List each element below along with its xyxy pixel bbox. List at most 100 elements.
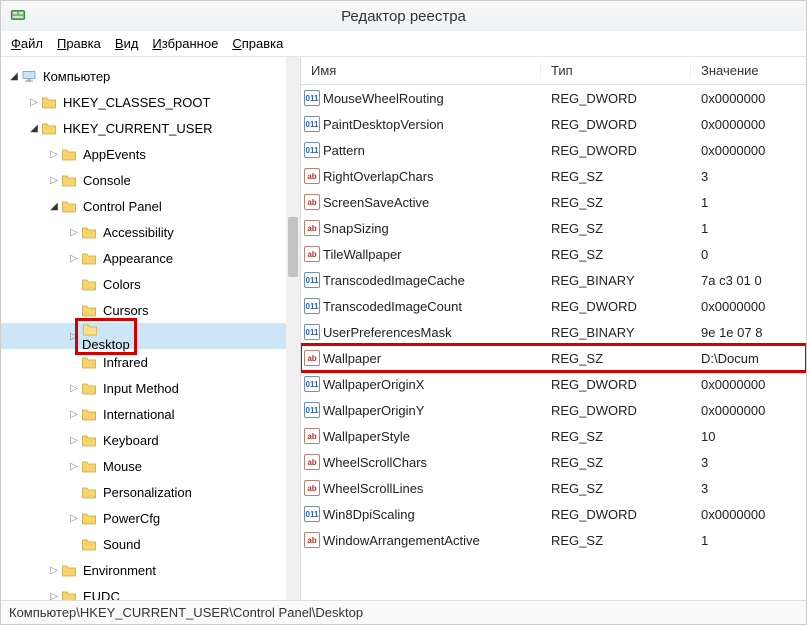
value-row-windowarrangementactive[interactable]: abWindowArrangementActiveREG_SZ1 [301,527,806,553]
reg-string-icon: ab [304,532,320,548]
tree-item-control-panel[interactable]: ◢ Control Panel [1,193,286,219]
value-row-snapsizing[interactable]: abSnapSizingREG_SZ1 [301,215,806,241]
menu-справка[interactable]: Справка [232,36,283,51]
col-header-type[interactable]: Тип [541,63,691,78]
tree-item-keyboard[interactable]: ▷ Keyboard [1,427,286,453]
expander-icon[interactable]: ◢ [7,71,21,82]
tree-scrollbar[interactable] [286,57,300,600]
tree-item-label: Environment [83,563,156,578]
expander-icon[interactable]: ▷ [47,591,61,601]
reg-string-icon: ab [304,194,320,210]
row-name: TranscodedImageCache [323,273,541,288]
expander-icon[interactable]: ▷ [47,175,61,186]
tree-item-accessibility[interactable]: ▷Accessibility [1,219,286,245]
value-row-userpreferencesmask[interactable]: 011UserPreferencesMaskREG_BINARY9e 1e 07… [301,319,806,345]
tree-item-label: Colors [103,277,141,292]
row-value: 0 [691,247,806,262]
tree-item-colors[interactable]: Colors [1,271,286,297]
row-icon: ab [301,220,323,236]
value-row-wheelscrollchars[interactable]: abWheelScrollCharsREG_SZ3 [301,449,806,475]
row-icon: ab [301,194,323,210]
expander-icon[interactable]: ◢ [27,123,41,134]
expander-icon[interactable]: ▷ [67,435,81,446]
expander-icon[interactable]: ▷ [47,565,61,576]
tree-item-powercfg[interactable]: ▷ PowerCfg [1,505,286,531]
tree-item-cursors[interactable]: Cursors [1,297,286,323]
row-name: TranscodedImageCount [323,299,541,314]
expander-icon[interactable]: ▷ [67,383,81,394]
row-icon: ab [301,246,323,262]
row-type: REG_SZ [541,455,691,470]
tree-item-компьютер[interactable]: ◢Компьютер [1,63,286,89]
value-row-wheelscrolllines[interactable]: abWheelScrollLinesREG_SZ3 [301,475,806,501]
row-value: 0x0000000 [691,143,806,158]
menu-избранное[interactable]: Избранное [152,36,218,51]
value-row-transcodedimagecache[interactable]: 011TranscodedImageCacheREG_BINARY7a c3 0… [301,267,806,293]
tree-item-console[interactable]: ▷Console [1,167,286,193]
scrollbar-thumb[interactable] [288,217,298,277]
value-row-transcodedimagecount[interactable]: 011TranscodedImageCountREG_DWORD0x000000… [301,293,806,319]
reg-string-icon: ab [304,350,320,366]
value-row-win8dpiscaling[interactable]: 011Win8DpiScalingREG_DWORD0x0000000 [301,501,806,527]
tree-item-desktop[interactable]: ▷Desktop [1,323,286,349]
tree-item-label: Personalization [103,485,192,500]
menu-вид[interactable]: Вид [115,36,139,51]
tree-item-sound[interactable]: Sound [1,531,286,557]
tree-item-mouse[interactable]: ▷ Mouse [1,453,286,479]
list-header[interactable]: Имя Тип Значение [301,57,806,85]
value-row-pattern[interactable]: 011PatternREG_DWORD0x0000000 [301,137,806,163]
value-row-wallpaperstyle[interactable]: abWallpaperStyleREG_SZ10 [301,423,806,449]
col-header-name[interactable]: Имя [301,63,541,78]
row-name: PaintDesktopVersion [323,117,541,132]
col-header-value[interactable]: Значение [691,63,806,78]
menubar: Файл Правка Вид Избранное Справка [1,31,806,57]
expander-icon[interactable]: ▷ [27,97,41,108]
tree-item-appevents[interactable]: ▷AppEvents [1,141,286,167]
tree-item-hkey_classes_root[interactable]: ▷HKEY_CLASSES_ROOT [1,89,286,115]
row-icon: 011 [301,402,323,418]
tree-item-appearance[interactable]: ▷Appearance [1,245,286,271]
tree-item-infrared[interactable]: Infrared [1,349,286,375]
tree-item-environment[interactable]: ▷ Environment [1,557,286,583]
value-row-wallpaperoriginx[interactable]: 011WallpaperOriginXREG_DWORD0x0000000 [301,371,806,397]
row-name: Win8DpiScaling [323,507,541,522]
value-row-screensaveactive[interactable]: abScreenSaveActiveREG_SZ1 [301,189,806,215]
tree-item-label: HKEY_CURRENT_USER [63,121,213,136]
reg-binary-icon: 011 [304,506,320,522]
expander-icon[interactable]: ▷ [47,149,61,160]
tree-item-eudc[interactable]: ▷EUDC [1,583,286,600]
folder-icon [61,588,79,600]
menu-правка[interactable]: Правка [57,36,101,51]
value-row-rightoverlapchars[interactable]: abRightOverlapCharsREG_SZ3 [301,163,806,189]
expander-icon[interactable]: ◢ [47,201,61,212]
row-icon: ab [301,428,323,444]
tree-item-label: Control Panel [83,199,162,214]
value-row-mousewheelrouting[interactable]: 011MouseWheelRoutingREG_DWORD0x0000000 [301,85,806,111]
value-row-tilewallpaper[interactable]: abTileWallpaperREG_SZ0 [301,241,806,267]
tree-item-input-method[interactable]: ▷Input Method [1,375,286,401]
menu-файл[interactable]: Файл [11,36,43,51]
expander-icon[interactable]: ▷ [67,513,81,524]
expander-icon[interactable]: ▷ [67,461,81,472]
folder-icon [61,562,79,578]
tree-item-label: Mouse [103,459,142,474]
row-icon: 011 [301,116,323,132]
expander-icon[interactable]: ▷ [67,253,81,264]
row-value: 1 [691,195,806,210]
tree-item-hkey_current_user[interactable]: ◢ HKEY_CURRENT_USER [1,115,286,141]
row-value: 3 [691,481,806,496]
value-row-wallpaper[interactable]: abWallpaperREG_SZD:\Docum [301,345,806,371]
tree-item-personalization[interactable]: Personalization [1,479,286,505]
value-row-paintdesktopversion[interactable]: 011PaintDesktopVersionREG_DWORD0x0000000 [301,111,806,137]
row-name: WallpaperStyle [323,429,541,444]
folder-icon [81,276,99,292]
value-row-wallpaperoriginy[interactable]: 011WallpaperOriginYREG_DWORD0x0000000 [301,397,806,423]
tree-item-label: Keyboard [103,433,159,448]
row-name: WindowArrangementActive [323,533,541,548]
expander-icon[interactable]: ▷ [67,227,81,238]
tree-item-label: PowerCfg [103,511,160,526]
row-value: 1 [691,221,806,236]
folder-icon [81,484,99,500]
tree-item-international[interactable]: ▷International [1,401,286,427]
expander-icon[interactable]: ▷ [67,409,81,420]
